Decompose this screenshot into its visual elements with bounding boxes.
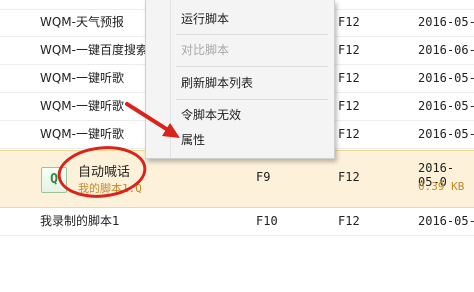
menu-separator — [176, 66, 328, 67]
menu-item-run-script[interactable]: 运行脚本 — [181, 8, 328, 30]
table-row[interactable]: 我录制的脚本1 F10 F12 2016-05-0 — [0, 208, 474, 236]
row-hotkey: F12 — [338, 43, 360, 57]
row-size: 0.39 KB — [418, 180, 465, 193]
menu-item-properties[interactable]: 属性 — [181, 129, 328, 151]
row-hotkey: F12 — [338, 214, 360, 228]
row-name: 我录制的脚本1 — [40, 214, 120, 228]
menu-separator — [176, 99, 328, 100]
row-hotkey: F12 — [338, 15, 360, 29]
row-name: WQM-一键百度搜索 — [40, 43, 148, 57]
row-hotkey-primary: F9 — [256, 170, 271, 184]
row-name: WQM-天气预报 — [40, 15, 124, 29]
row-date: 2016-05-0 — [418, 214, 474, 228]
row-hotkey: F12 — [338, 71, 360, 85]
row-name: WQM-一键听歌 — [40, 127, 124, 141]
script-file-icon: Q — [41, 167, 67, 193]
row-name: WQM-一键听歌 — [40, 99, 124, 113]
menu-item-disable-script[interactable]: 令脚本无效 — [181, 104, 328, 126]
menu-item-compare-script[interactable]: 对比脚本 — [181, 39, 328, 61]
row-name: WQM-一键听歌 — [40, 71, 124, 85]
menu-item-refresh-list[interactable]: 刷新脚本列表 — [181, 72, 328, 94]
row-hotkey: F12 — [338, 99, 360, 113]
row-hotkey: F12 — [338, 127, 360, 141]
row-hotkey-primary: F10 — [256, 214, 278, 228]
row-name: 自动喊话 — [78, 165, 131, 180]
row-filename: 我的脚本1.Q — [78, 182, 142, 195]
menu-gutter — [170, 0, 171, 158]
row-hotkey: F12 — [338, 0, 360, 9]
row-date: 2016-05-0 — [418, 127, 474, 141]
menu-separator — [176, 34, 328, 35]
row-date: 2016-05-0 — [418, 71, 474, 85]
context-menu: 运行脚本 对比脚本 刷新脚本列表 令脚本无效 属性 — [145, 0, 335, 159]
row-date: 2016-05-0 — [418, 99, 474, 113]
row-date: 2016-05-0 — [418, 15, 474, 29]
row-date: 2016-06-0 — [418, 43, 474, 57]
row-hotkey: F12 — [338, 170, 360, 184]
